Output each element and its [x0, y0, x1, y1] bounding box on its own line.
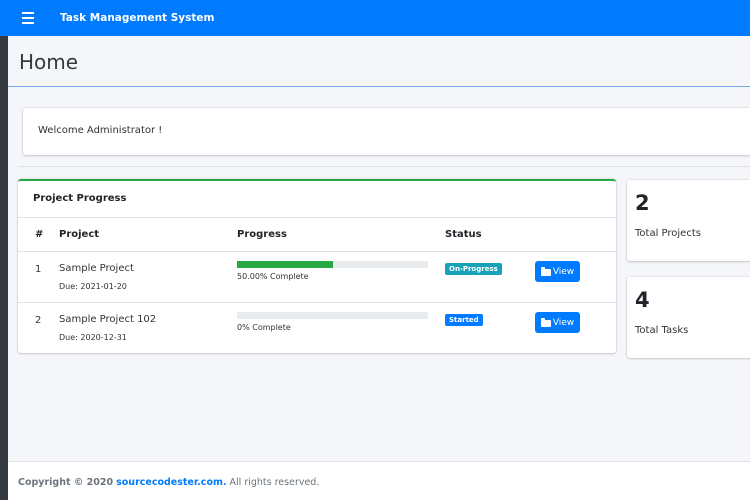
status-badge: On-Progress: [445, 263, 502, 275]
view-button-label: View: [552, 266, 575, 277]
folder-icon: [540, 266, 551, 276]
status-badge: Started: [445, 314, 483, 326]
footer-copyright-prefix: Copyright © 2020: [18, 477, 114, 488]
section-divider: [18, 166, 750, 167]
card-header-divider: [18, 217, 616, 218]
app-title: Task Management System: [60, 12, 215, 24]
view-button-label: View: [552, 317, 575, 328]
stat-card-total-tasks: 4 Total Tasks: [627, 277, 750, 358]
project-due-date: Due: 2020-12-31: [59, 333, 127, 342]
progress-label: 50.00% Complete: [237, 272, 309, 281]
row-index: 2: [35, 315, 42, 326]
sidebar-collapsed: [0, 0, 8, 500]
row-index: 1: [35, 264, 42, 275]
column-header-index: #: [35, 229, 44, 240]
header-divider: [8, 86, 750, 87]
project-progress-card: Project Progress # Project Progress Stat…: [18, 179, 616, 353]
row-divider: [18, 302, 616, 303]
page-title: Home: [19, 50, 79, 74]
stat-card-total-projects: 2 Total Projects: [627, 180, 750, 261]
top-navbar: Task Management System: [0, 0, 750, 36]
content-header: Home: [8, 36, 750, 88]
project-name: Sample Project: [59, 263, 134, 274]
project-name: Sample Project 102: [59, 314, 157, 325]
hamburger-menu-icon[interactable]: [22, 12, 40, 24]
stat-label: Total Projects: [635, 228, 701, 239]
footer-rights: All rights reserved.: [229, 477, 320, 488]
table-header-divider: [18, 251, 616, 252]
progress-bar-fill: [237, 261, 333, 268]
progress-label: 0% Complete: [237, 323, 291, 332]
welcome-card: Welcome Administrator !: [23, 108, 750, 155]
column-header-project: Project: [59, 229, 100, 240]
view-project-button[interactable]: View: [535, 261, 580, 282]
view-project-button[interactable]: View: [535, 312, 580, 333]
stat-value: 2: [635, 191, 650, 215]
stat-label: Total Tasks: [635, 325, 689, 336]
footer-link[interactable]: sourcecodester.com.: [116, 477, 226, 488]
card-title: Project Progress: [33, 193, 127, 204]
footer-copyright: Copyright © 2020 sourcecodester.com. All…: [18, 477, 319, 488]
stat-value: 4: [635, 288, 650, 312]
column-header-progress: Progress: [237, 229, 287, 240]
column-header-status: Status: [445, 229, 482, 240]
footer: Copyright © 2020 sourcecodester.com. All…: [8, 461, 750, 500]
progress-bar: [237, 261, 428, 268]
folder-icon: [540, 317, 551, 327]
progress-bar: [237, 312, 428, 319]
project-due-date: Due: 2021-01-20: [59, 282, 127, 291]
welcome-message: Welcome Administrator !: [38, 125, 163, 136]
